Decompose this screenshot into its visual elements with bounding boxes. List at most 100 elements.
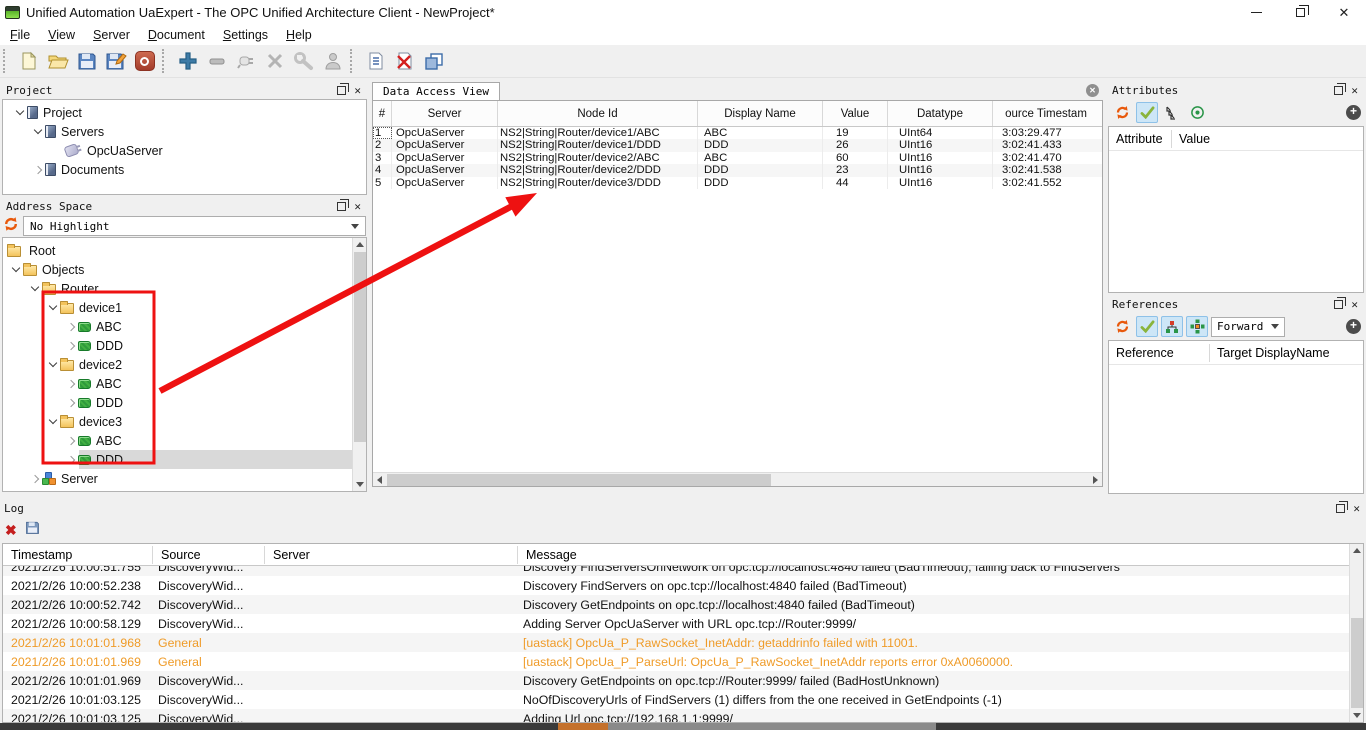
chevron-down-icon[interactable] (28, 287, 42, 290)
hierarchical-references-toggle[interactable] (1161, 316, 1183, 337)
restore-button[interactable] (1278, 0, 1322, 24)
scroll-left-icon[interactable] (373, 473, 386, 486)
refresh-icon[interactable] (1111, 102, 1133, 123)
tree-item-router[interactable]: Router (3, 279, 354, 298)
scroll-up-icon[interactable] (1350, 544, 1364, 557)
scroll-up-icon[interactable] (353, 238, 367, 251)
col-header-message[interactable]: Message (518, 546, 1363, 564)
expand-panel-icon[interactable]: + (1346, 319, 1361, 334)
tree-item-objects[interactable]: Objects (3, 260, 354, 279)
close-button[interactable]: ✕ (1322, 0, 1366, 24)
float-panel-icon[interactable] (337, 202, 346, 211)
chevron-right-icon[interactable] (64, 381, 78, 387)
table-row[interactable]: 5 OpcUaServer NS2|String|Router/device3/… (373, 177, 1102, 189)
col-header-nodeid[interactable]: Node Id (498, 101, 698, 126)
tree-item-opcuaserver[interactable]: OpcUaServer (3, 141, 366, 160)
col-header-value[interactable]: Value (1172, 130, 1363, 148)
add-document-button[interactable] (362, 48, 389, 75)
log-row[interactable]: 2021/2/26 10:00:52.238 DiscoveryWid... D… (3, 576, 1349, 595)
add-server-button[interactable] (174, 48, 201, 75)
tree-item-device1-abc[interactable]: ABC (3, 317, 354, 336)
exit-button[interactable] (131, 48, 158, 75)
col-header-source-timestamp[interactable]: ource Timestam (993, 101, 1099, 126)
documents-button[interactable] (420, 48, 447, 75)
close-panel-icon[interactable]: ✕ (1353, 503, 1360, 514)
change-user-button[interactable] (319, 48, 346, 75)
chevron-right-icon[interactable] (31, 167, 45, 173)
tree-item-root[interactable]: Root (3, 241, 354, 260)
log-row[interactable]: 2021/2/26 10:00:51.755 DiscoveryWid... D… (3, 566, 1349, 576)
close-panel-icon[interactable]: ✕ (354, 201, 361, 212)
tree-item-device2[interactable]: device2 (3, 355, 354, 374)
chevron-down-icon[interactable] (46, 363, 60, 366)
scroll-down-icon[interactable] (1350, 709, 1364, 722)
menu-document[interactable]: Document (142, 26, 211, 44)
col-header-reference[interactable]: Reference (1109, 344, 1210, 362)
menu-help[interactable]: Help (280, 26, 318, 44)
auto-update-toggle[interactable] (1136, 102, 1158, 123)
address-space-scrollbar[interactable] (352, 238, 366, 491)
table-row[interactable]: 1 OpcUaServer NS2|String|Router/device1/… (373, 127, 1102, 139)
tree-item-device2-ddd[interactable]: DDD (3, 393, 354, 412)
dav-horizontal-scrollbar[interactable] (373, 472, 1102, 486)
remove-document-button[interactable] (391, 48, 418, 75)
connect-server-button[interactable] (232, 48, 259, 75)
tree-item-documents[interactable]: Documents (3, 160, 366, 179)
scrollbar-thumb[interactable] (387, 474, 771, 486)
float-panel-icon[interactable] (1334, 300, 1343, 309)
close-panel-icon[interactable]: ✕ (1351, 299, 1358, 310)
table-row[interactable]: 2 OpcUaServer NS2|String|Router/device1/… (373, 139, 1102, 151)
chevron-down-icon[interactable] (46, 306, 60, 309)
log-row[interactable]: 2021/2/26 10:01:01.969 DiscoveryWid... D… (3, 671, 1349, 690)
menu-settings[interactable]: Settings (217, 26, 274, 44)
monitor-attribute-button[interactable] (1186, 102, 1208, 123)
col-header-server[interactable]: Server (265, 546, 518, 564)
tree-item-server[interactable]: Server (3, 469, 354, 488)
scrollbar-thumb[interactable] (1351, 618, 1363, 708)
tree-item-device3-abc[interactable]: ABC (3, 431, 354, 450)
tree-item-servers[interactable]: Servers (3, 122, 366, 141)
float-panel-icon[interactable] (337, 86, 346, 95)
chevron-right-icon[interactable] (64, 457, 78, 463)
chevron-down-icon[interactable] (9, 268, 23, 271)
scrollbar-thumb[interactable] (354, 252, 366, 442)
server-properties-button[interactable] (290, 48, 317, 75)
col-header-num[interactable]: # (373, 101, 392, 126)
remove-server-button[interactable] (203, 48, 230, 75)
save-project-button[interactable] (73, 48, 100, 75)
col-header-displayname[interactable]: Display Name (698, 101, 823, 126)
reference-direction-dropdown[interactable]: Forward (1211, 317, 1285, 337)
log-row-warning[interactable]: 2021/2/26 10:01:01.969 General [uastack]… (3, 652, 1349, 671)
table-row[interactable]: 4 OpcUaServer NS2|String|Router/device2/… (373, 164, 1102, 176)
refresh-icon[interactable] (1111, 316, 1133, 337)
col-header-source[interactable]: Source (153, 546, 265, 564)
menu-file[interactable]: File (4, 26, 36, 44)
chevron-right-icon[interactable] (64, 438, 78, 444)
save-project-as-button[interactable] (102, 48, 129, 75)
scroll-right-icon[interactable] (1089, 473, 1102, 486)
float-panel-icon[interactable] (1334, 86, 1343, 95)
highlight-filter-dropdown[interactable]: No Highlight (23, 216, 366, 236)
expand-panel-icon[interactable]: + (1346, 105, 1361, 120)
col-header-attribute[interactable]: Attribute (1109, 130, 1172, 148)
log-row[interactable]: 2021/2/26 10:00:52.742 DiscoveryWid... D… (3, 595, 1349, 614)
log-scrollbar[interactable] (1349, 544, 1363, 722)
save-log-icon[interactable] (25, 520, 40, 540)
table-row[interactable]: 3 OpcUaServer NS2|String|Router/device2/… (373, 152, 1102, 164)
col-header-datatype[interactable]: Datatype (888, 101, 993, 126)
tree-item-device3-ddd-selected[interactable]: DDD (3, 450, 354, 469)
menu-server[interactable]: Server (87, 26, 136, 44)
tab-close-icon[interactable]: ✕ (1086, 84, 1099, 97)
close-panel-icon[interactable]: ✕ (1351, 85, 1358, 96)
scroll-down-icon[interactable] (353, 478, 367, 491)
open-project-button[interactable] (44, 48, 71, 75)
chevron-right-icon[interactable] (64, 400, 78, 406)
col-header-value[interactable]: Value (823, 101, 888, 126)
collapse-hierarchy-button[interactable] (1161, 102, 1183, 123)
tree-item-types[interactable]: Types (3, 488, 354, 492)
chevron-down-icon[interactable] (13, 111, 27, 114)
tree-item-project[interactable]: Project (3, 103, 366, 122)
tree-item-device1-ddd[interactable]: DDD (3, 336, 354, 355)
clear-log-icon[interactable]: ✖ (5, 523, 17, 537)
col-header-server[interactable]: Server (392, 101, 498, 126)
